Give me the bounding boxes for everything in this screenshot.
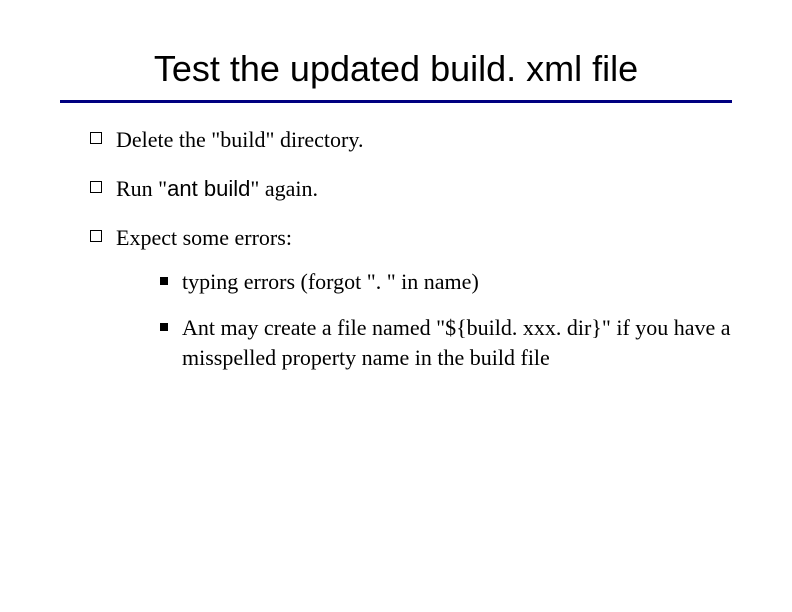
bullet-text-post: " again. bbox=[250, 176, 318, 201]
command-text: ant build bbox=[167, 176, 250, 201]
bullet-list: Delete the "build" directory. Run "ant b… bbox=[60, 125, 732, 372]
sub-bullet-item-2: Ant may create a file named "${build. xx… bbox=[160, 313, 732, 372]
sub-bullet-item-1: typing errors (forgot ". " in name) bbox=[160, 267, 732, 297]
page-title: Test the updated build. xml file bbox=[60, 48, 732, 90]
bullet-text: Expect some errors: bbox=[116, 225, 292, 250]
sub-bullet-list: typing errors (forgot ". " in name) Ant … bbox=[116, 267, 732, 372]
bullet-item-2: Run "ant build" again. bbox=[90, 174, 732, 205]
sub-bullet-text: typing errors (forgot ". " in name) bbox=[182, 269, 479, 294]
slide: Test the updated build. xml file Delete … bbox=[0, 0, 792, 612]
bullet-text-pre: Run " bbox=[116, 176, 167, 201]
bullet-text: Delete the "build" directory. bbox=[116, 127, 363, 152]
bullet-item-1: Delete the "build" directory. bbox=[90, 125, 732, 156]
bullet-item-3: Expect some errors: typing errors (forgo… bbox=[90, 223, 732, 373]
sub-bullet-text: Ant may create a file named "${build. xx… bbox=[182, 315, 731, 370]
title-underline bbox=[60, 100, 732, 103]
